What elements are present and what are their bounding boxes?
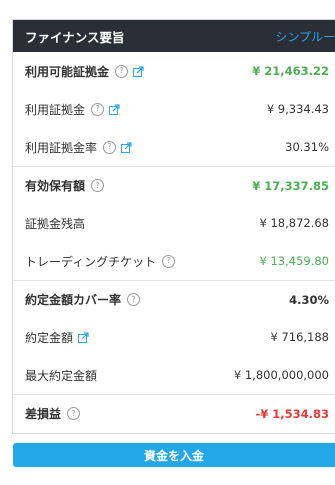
summary-row: 有効保有額? ¥ 17,337.85 — [13, 166, 335, 204]
row-label-group: 有効保有額? — [25, 177, 105, 194]
row-label-group: 利用証拠金率? — [25, 139, 132, 156]
help-icon[interactable]: ? — [103, 140, 117, 154]
external-link-icon[interactable] — [133, 65, 144, 77]
row-value: ¥ 18,872.68 — [259, 216, 330, 230]
row-label: 利用可能証拠金 — [25, 64, 110, 79]
panel-header: ファイナンス要旨 シンプルー — [13, 20, 335, 52]
help-icon[interactable]: ? — [91, 102, 105, 116]
row-label: 約定金額カバー率 — [25, 293, 122, 307]
panel-title: ファイナンス要旨 — [25, 29, 125, 45]
row-value: ¥ 9,334.43 — [266, 102, 329, 116]
summary-row: トレーディングチケット? ¥ 13,459.80 — [13, 242, 335, 280]
help-icon[interactable]: ? — [162, 254, 176, 268]
summary-row: 利用可能証拠金? ¥ 21,463.22 — [13, 52, 335, 90]
row-label-group: 最大約定金額 — [25, 367, 97, 384]
row-value: -¥ 1,534.83 — [255, 406, 329, 421]
deposit-funds-button[interactable]: 資金を入金 — [13, 443, 335, 467]
summary-rows: 利用可能証拠金? ¥ 21,463.22 利用証拠金? ¥ 9,334.43 利用証拠金… — [13, 52, 335, 432]
row-value: ¥ 1,800,000,000 — [233, 368, 329, 382]
row-value: ¥ 21,463.22 — [252, 64, 329, 78]
external-link-icon[interactable] — [121, 141, 132, 153]
row-label: トレーディングチケット — [25, 254, 157, 269]
summary-row: 最大約定金額 ¥ 1,800,000,000 — [13, 356, 335, 394]
row-label-group: トレーディングチケット? — [25, 253, 176, 270]
row-label: 利用証拠金 — [25, 102, 86, 117]
row-label-group: 約定金額カバー率? — [25, 291, 141, 308]
help-icon[interactable]: ? — [67, 407, 81, 420]
row-label-group: 利用証拠金? — [25, 101, 120, 118]
summary-row: 差損益? -¥ 1,534.83 — [13, 394, 335, 432]
row-label-group: 約定金額 — [25, 329, 89, 346]
summary-row: 利用証拠金? ¥ 9,334.43 — [13, 90, 335, 128]
row-label-group: 証拠金残高 — [25, 215, 85, 232]
simple-mode-link[interactable]: シンプルー — [275, 28, 335, 45]
external-link-icon[interactable] — [78, 331, 89, 343]
help-icon[interactable]: ? — [127, 293, 141, 306]
row-label: 証拠金残高 — [25, 216, 86, 231]
help-icon[interactable]: ? — [91, 179, 105, 192]
row-label-group: 差損益? — [25, 405, 81, 422]
summary-row: 約定金額カバー率? 4.30% — [13, 280, 335, 318]
row-label: 有効保有額 — [25, 179, 86, 193]
row-label: 最大約定金額 — [25, 368, 98, 383]
row-value: 4.30% — [289, 292, 329, 307]
row-label-group: 利用可能証拠金? — [25, 63, 144, 80]
summary-row: 利用証拠金率? 30.31% — [13, 128, 335, 166]
row-value: ¥ 13,459.80 — [259, 254, 330, 268]
summary-row: 約定金額 ¥ 716,188 — [13, 318, 335, 356]
finance-summary-panel: ファイナンス要旨 シンプルー 利用可能証拠金? ¥ 21,463.22 利用証拠金?… — [12, 19, 335, 434]
row-label: 差損益 — [25, 407, 62, 421]
row-label: 利用証拠金率 — [25, 140, 98, 155]
help-icon[interactable]: ? — [115, 64, 129, 78]
row-value: 30.31% — [285, 140, 329, 154]
summary-row: 証拠金残高 ¥ 18,872.68 — [13, 204, 335, 242]
external-link-icon[interactable] — [109, 103, 120, 115]
row-label: 約定金額 — [25, 330, 74, 345]
row-value: ¥ 17,337.85 — [252, 178, 329, 193]
row-value: ¥ 716,188 — [270, 330, 329, 344]
